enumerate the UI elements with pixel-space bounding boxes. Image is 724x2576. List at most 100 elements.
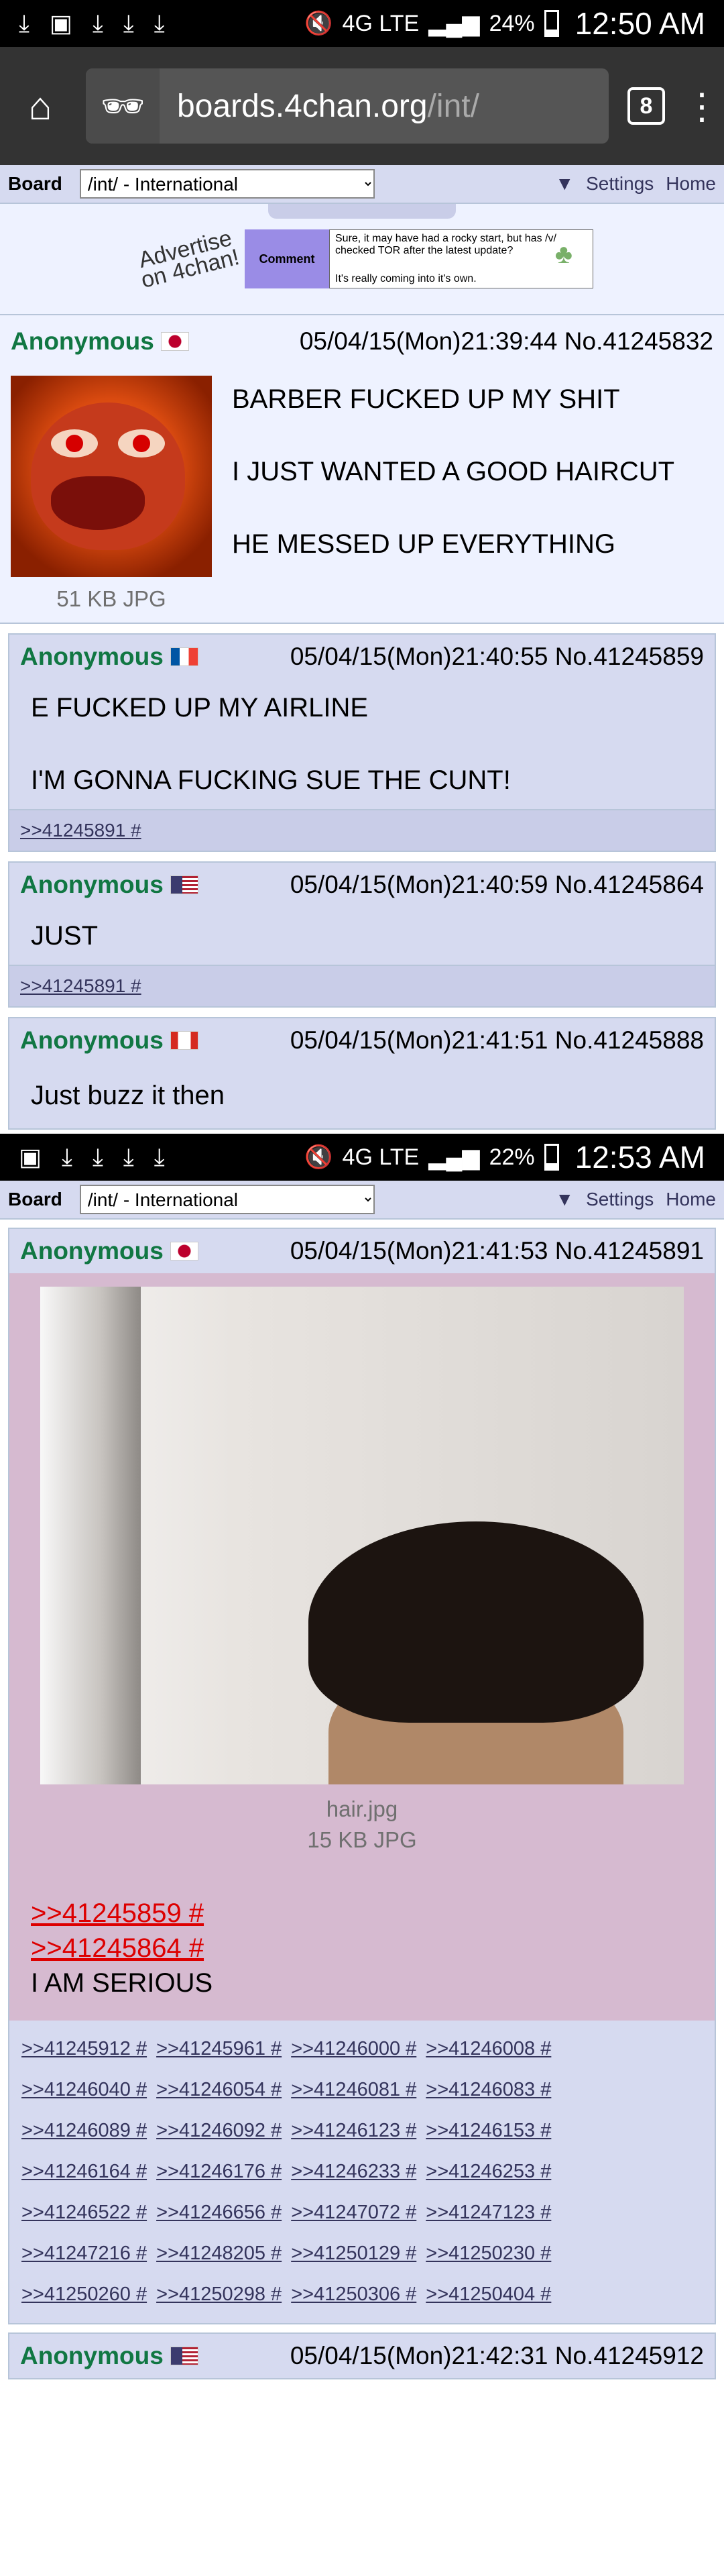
battery-icon [544, 10, 559, 37]
reply-post-highlighted: Anonymous 05/04/15(Mon)21:41:53 No.41245… [8, 1228, 716, 2324]
backlink[interactable]: >>41246083 # [426, 2079, 551, 2101]
status-bar: ▣ ⤓ ⤓ ⤓ ⤓ 🔇 4G LTE ▂▄▆ 22% 12:53 AM [0, 1134, 724, 1181]
flag-icon-japan [160, 332, 189, 351]
backlink[interactable]: >>41245891 # [9, 965, 715, 1006]
backlink[interactable]: >>41246054 # [156, 2079, 282, 2101]
dropdown-icon[interactable]: ▼ [555, 1189, 574, 1210]
backlink[interactable]: >>41246233 # [291, 2161, 416, 2183]
backlink[interactable]: >>41246040 # [21, 2079, 147, 2101]
file-name: hair.jpg [326, 1796, 398, 1821]
post-header: Anonymous 05/04/15(Mon)21:41:51 No.41245… [9, 1018, 715, 1063]
post-message: E FUCKED UP MY AIRLINE I'M GONNA FUCKING… [9, 679, 715, 809]
settings-link[interactable]: Settings [586, 173, 654, 195]
status-bar: ⤓ ▣ ⤓ ⤓ ⤓ 🔇 4G LTE ▂▄▆ 24% 12:50 AM [0, 0, 724, 47]
overflow-menu-icon[interactable]: ⋮ [684, 85, 720, 127]
backlink[interactable]: >>41246000 # [291, 2038, 416, 2060]
backlink[interactable]: >>41250404 # [426, 2284, 551, 2306]
post-datetime[interactable]: 05/04/15(Mon)21:41:51 No.41245888 [290, 1026, 704, 1055]
flag-icon-canada [170, 1031, 198, 1050]
download-icon: ⤓ [154, 9, 165, 37]
post-datetime[interactable]: 05/04/15(Mon)21:39:44 No.41245832 [300, 327, 713, 356]
backlink[interactable]: >>41247123 # [426, 2202, 551, 2224]
image-icon: ▣ [49, 9, 72, 37]
ad-body: Sure, it may have had a rocky start, but… [329, 229, 593, 288]
backlink[interactable]: >>41246164 # [21, 2161, 147, 2183]
board-nav: Board /int/ - International ▼ Settings H… [0, 1181, 724, 1220]
clover-icon: ♣ [554, 239, 572, 269]
board-select[interactable]: /int/ - International [79, 1185, 375, 1214]
backlink[interactable]: >>41250306 # [291, 2284, 416, 2306]
home-link[interactable]: Home [666, 1189, 716, 1210]
post-header: Anonymous 05/04/15(Mon)21:40:55 No.41245… [9, 635, 715, 679]
message-line: Just buzz it then [31, 1081, 225, 1110]
backlink[interactable]: >>41247216 # [21, 2243, 147, 2265]
backlink[interactable]: >>41247072 # [291, 2202, 416, 2224]
post-message: Just buzz it then [9, 1063, 715, 1128]
backlink[interactable]: >>41250230 # [426, 2243, 551, 2265]
post-datetime[interactable]: 05/04/15(Mon)21:40:59 No.41245864 [290, 871, 704, 899]
backlink[interactable]: >>41246253 # [426, 2161, 551, 2183]
message-line: I'M GONNA FUCKING SUE THE CUNT! [31, 765, 511, 795]
post-header: Anonymous 05/04/15(Mon)21:41:53 No.41245… [9, 1229, 715, 1273]
home-icon[interactable]: ⌂ [13, 84, 67, 129]
backlink[interactable]: >>41246089 # [21, 2120, 147, 2142]
tab-switcher-button[interactable]: 8 [627, 87, 665, 125]
poster-name: Anonymous [20, 1026, 164, 1054]
backlink[interactable]: >>41246081 # [291, 2079, 416, 2101]
backlink[interactable]: >>41245891 # [9, 809, 715, 851]
mute-icon: 🔇 [304, 11, 333, 36]
backlink[interactable]: >>41246008 # [426, 2038, 551, 2060]
image-icon: ▣ [19, 1142, 42, 1171]
settings-link[interactable]: Settings [586, 1189, 654, 1210]
ad-comment-label: Comment [245, 229, 329, 288]
angry-frog-image[interactable] [11, 376, 212, 577]
poster-name: Anonymous [20, 643, 164, 670]
poster-name: Anonymous [11, 327, 154, 355]
post-datetime[interactable]: 05/04/15(Mon)21:40:55 No.41245859 [290, 643, 704, 671]
url-host: boards.4chan.org [177, 88, 428, 124]
url-path: /int/ [427, 88, 479, 124]
reply-post: Anonymous 05/04/15(Mon)21:42:31 No.41245… [8, 2332, 716, 2379]
backlink[interactable]: >>41246153 # [426, 2120, 551, 2142]
haircut-photo[interactable] [40, 1287, 684, 1784]
quote-link[interactable]: >>41245859 # [31, 1896, 704, 1931]
backlink[interactable]: >>41248205 # [156, 2243, 282, 2265]
backlink[interactable]: >>41245961 # [156, 2038, 282, 2060]
url-field[interactable]: 🕶 boards.4chan.org/int/ [86, 68, 609, 144]
board-nav: Board /int/ - International ▼ Settings H… [0, 165, 724, 204]
post-message: JUST [9, 907, 715, 965]
backlink[interactable]: >>41245912 # [21, 2038, 147, 2060]
home-link[interactable]: Home [666, 173, 716, 195]
post-header: Anonymous 05/04/15(Mon)21:40:59 No.41245… [9, 863, 715, 907]
board-label: Board [8, 1189, 62, 1210]
network-label: 4G LTE [342, 10, 420, 36]
backlink[interactable]: >>41250298 # [156, 2284, 282, 2306]
clock: 12:50 AM [575, 6, 705, 41]
board-label: Board [8, 173, 62, 194]
message-line: HE MESSED UP EVERYTHING [232, 529, 615, 559]
ad-line1: Sure, it may have had a rocky start, but… [335, 233, 556, 256]
notification-icons: ⤓ ▣ ⤓ ⤓ ⤓ [19, 9, 165, 38]
backlink[interactable]: >>41250260 # [21, 2284, 147, 2306]
mute-icon: 🔇 [304, 1144, 333, 1170]
poster-name: Anonymous [20, 1237, 164, 1265]
message-line: E FUCKED UP MY AIRLINE [31, 693, 369, 722]
backlink[interactable]: >>41250129 # [291, 2243, 416, 2265]
battery-icon [544, 1144, 559, 1171]
post-body: hair.jpg 15 KB JPG >>41245859 # >>412458… [9, 1273, 715, 2021]
backlink[interactable]: >>41246522 # [21, 2202, 147, 2224]
advertisement-banner[interactable]: Advertise on 4chan! Comment Sure, it may… [131, 225, 593, 293]
post-datetime[interactable]: 05/04/15(Mon)21:42:31 No.41245912 [290, 2342, 704, 2370]
post-datetime[interactable]: 05/04/15(Mon)21:41:53 No.41245891 [290, 1237, 704, 1265]
flag-icon-japan [170, 1242, 198, 1260]
op-image[interactable]: 51 KB JPG [11, 376, 212, 612]
dropdown-icon[interactable]: ▼ [555, 173, 574, 195]
flag-icon-france [170, 647, 198, 666]
backlink[interactable]: >>41246176 # [156, 2161, 282, 2183]
backlink[interactable]: >>41246092 # [156, 2120, 282, 2142]
board-select[interactable]: /int/ - International [79, 169, 375, 199]
quote-link[interactable]: >>41245864 # [31, 1931, 704, 1966]
backlink[interactable]: >>41246123 # [291, 2120, 416, 2142]
reply-post: Anonymous 05/04/15(Mon)21:40:59 No.41245… [8, 861, 716, 1008]
backlink[interactable]: >>41246656 # [156, 2202, 282, 2224]
